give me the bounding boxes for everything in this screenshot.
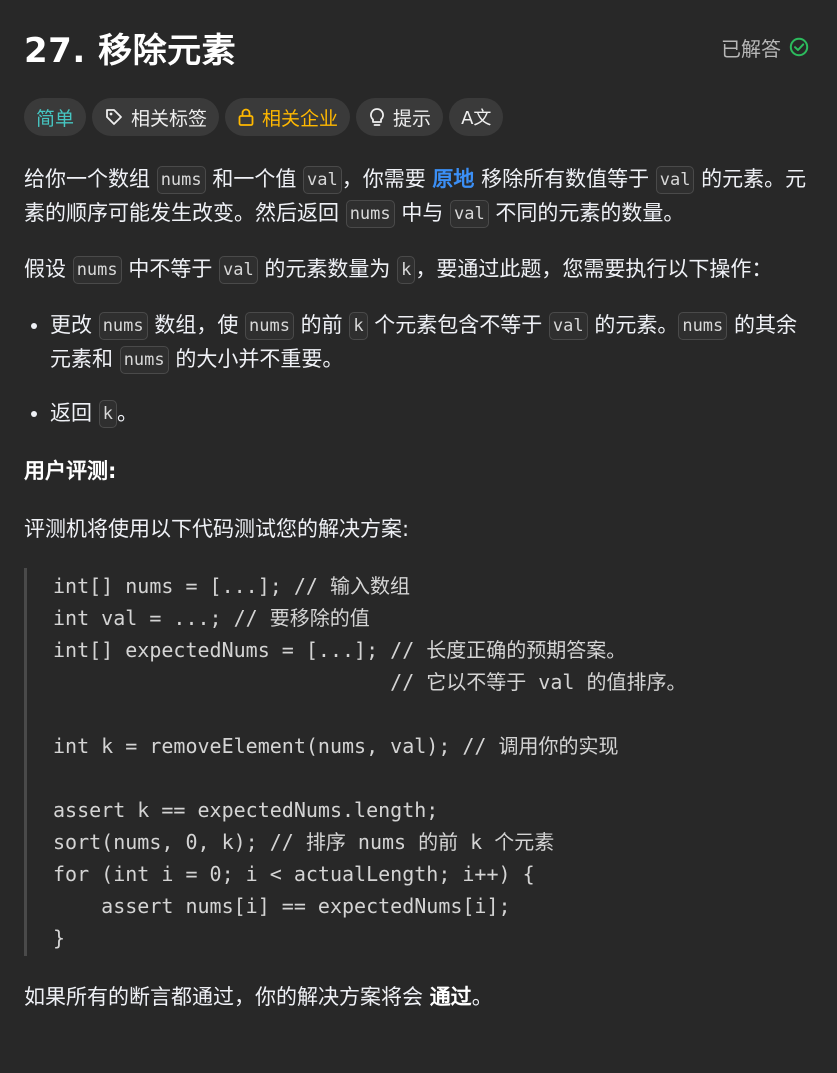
text: 假设 <box>24 257 73 281</box>
text: 移除所有数值等于 <box>474 167 656 191</box>
text: 。 <box>471 985 493 1009</box>
hint-label: 提示 <box>393 107 432 130</box>
difficulty-badge[interactable]: 简单 <box>24 98 87 136</box>
inline-code: val <box>303 166 342 194</box>
text: 更改 <box>50 313 99 337</box>
list-item: 更改 nums 数组，使 nums 的前 k 个元素包含不等于 val 的元素。… <box>50 308 813 376</box>
code-line: int k = removeElement(nums, val); // 调用你… <box>53 734 619 758</box>
code-line: int val = ...; // 要移除的值 <box>53 606 370 630</box>
inline-code: k <box>98 400 117 428</box>
text: 中不等于 <box>121 257 219 281</box>
text: 给你一个数组 <box>24 167 157 191</box>
inline-code: val <box>219 256 258 284</box>
text: 如果所有的断言都通过，你的解决方案将会 <box>24 985 430 1009</box>
requirements-list: 更改 nums 数组，使 nums 的前 k 个元素包含不等于 val 的元素。… <box>24 308 813 430</box>
in-place-link[interactable]: 原地 <box>432 167 474 191</box>
text: 数组，使 <box>147 313 245 337</box>
code-line: assert nums[i] == expectedNums[i]; <box>53 894 511 918</box>
text: 返回 <box>50 401 99 425</box>
inline-code: val <box>655 166 695 194</box>
text: 中与 <box>394 201 450 225</box>
inline-code: val <box>450 200 489 228</box>
code-line: for (int i = 0; i < actualLength; i++) { <box>53 862 535 886</box>
code-line: int[] nums = [...]; // 输入数组 <box>53 574 410 598</box>
inline-code: nums <box>678 312 728 340</box>
title-row: 27. 移除元素 已解答 <box>24 0 813 71</box>
inline-code: val <box>548 312 588 340</box>
text: 和一个值 <box>205 167 303 191</box>
inline-code: nums <box>345 200 395 228</box>
inline-code: nums <box>72 256 122 284</box>
code-line: assert k == expectedNums.length; <box>53 798 439 822</box>
tag-bar: 简单 相关标签 相关企业 提示 A文 <box>24 98 813 136</box>
code-line: int[] expectedNums = [...]; // 长度正确的预期答案… <box>53 638 627 662</box>
text: ，你需要 <box>341 167 433 191</box>
inline-code: k <box>397 256 416 284</box>
judge-intro: 评测机将使用以下代码测试您的解决方案: <box>24 517 410 541</box>
inline-code: nums <box>245 312 294 340</box>
related-tags-button[interactable]: 相关标签 <box>92 98 220 136</box>
text: 的大小并不重要。 <box>168 347 344 371</box>
hint-button[interactable]: 提示 <box>356 98 444 136</box>
lightbulb-icon <box>370 108 384 126</box>
difficulty-label: 简单 <box>36 107 75 130</box>
inline-code: nums <box>119 346 169 374</box>
solved-label: 已解答 <box>721 36 781 61</box>
description-paragraph-2: 假设 nums 中不等于 val 的元素数量为 k ，要通过此题，您需要执行以下操… <box>24 252 813 286</box>
problem-description: 27. 移除元素 已解答 简单 相关标签 相关企业 提示 A文 给你一个数组 n… <box>0 0 837 1014</box>
related-companies-label: 相关企业 <box>262 107 339 130</box>
text: 。 <box>116 401 138 425</box>
text: 个元素包含不等于 <box>367 313 549 337</box>
inline-code: k <box>349 312 368 340</box>
code-block: int[] nums = [...]; // 输入数组 int val = ...… <box>24 568 813 956</box>
conclusion-paragraph: 如果所有的断言都通过，你的解决方案将会 通过。 <box>24 980 813 1014</box>
text: ，要通过此题，您需要执行以下操作： <box>415 257 773 281</box>
check-circle-icon <box>789 37 809 57</box>
inline-code: nums <box>156 166 206 194</box>
text: 不同的元素的数量。 <box>488 201 685 225</box>
translate-button[interactable]: A文 <box>449 98 504 136</box>
tag-icon <box>106 109 122 125</box>
text: 的前 <box>293 313 350 337</box>
problem-title[interactable]: 27. 移除元素 <box>24 23 236 72</box>
solved-status: 已解答 <box>721 33 809 62</box>
text: 的元素数量为 <box>257 257 398 281</box>
code-line: } <box>53 926 66 950</box>
translate-icon: A文 <box>461 108 492 129</box>
lock-icon <box>238 108 254 126</box>
code-line: // 它以不等于 val 的值排序。 <box>53 670 687 694</box>
inline-code: nums <box>98 312 148 340</box>
list-item: 返回 k。 <box>50 396 813 430</box>
related-companies-button[interactable]: 相关企业 <box>225 98 351 136</box>
related-tags-label: 相关标签 <box>131 107 208 130</box>
text: 的元素。 <box>587 313 679 337</box>
code-line: sort(nums, 0, k); // 排序 nums 的前 k 个元素 <box>53 830 555 854</box>
accepted-text: 通过 <box>429 985 472 1009</box>
judge-heading: 用户评测: <box>24 459 117 483</box>
description-paragraph-1: 给你一个数组 nums 和一个值 val ，你需要 原地 移除所有数值等于 val… <box>24 162 813 230</box>
